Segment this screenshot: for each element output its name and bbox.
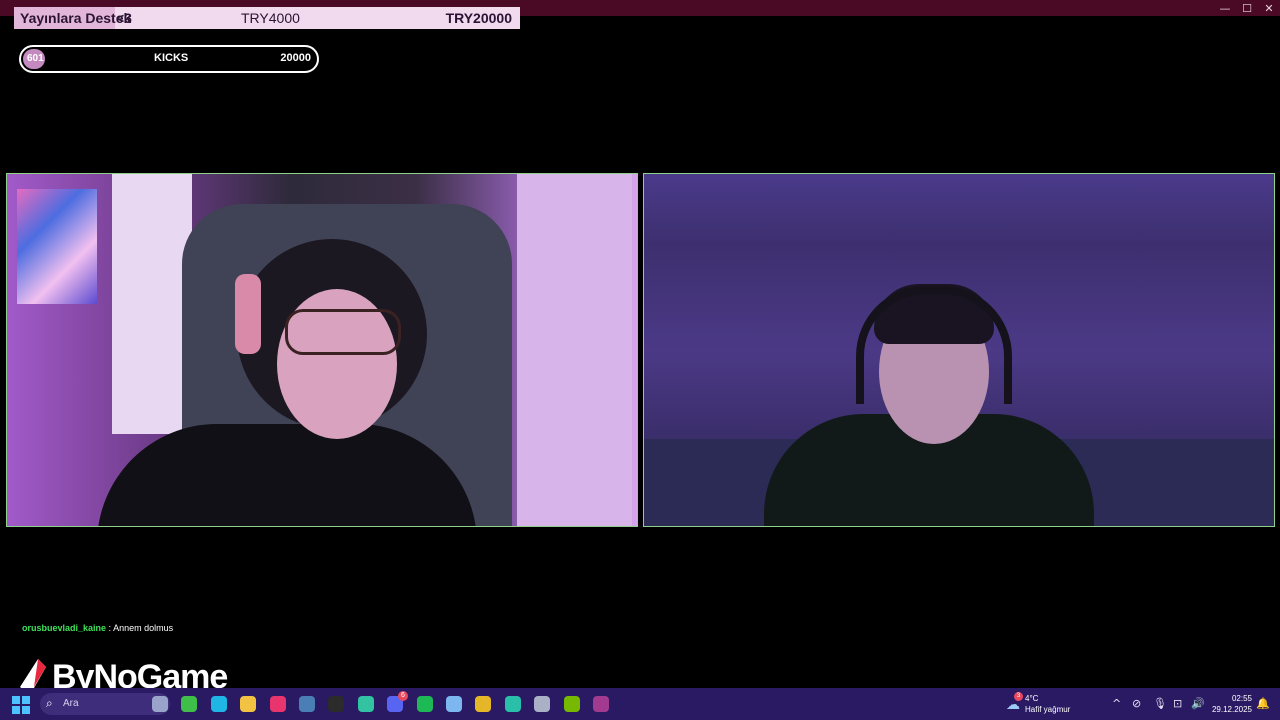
- kicks-goal-target: 20000: [280, 52, 311, 64]
- chatterino-icon[interactable]: [505, 696, 521, 712]
- chrome-icon[interactable]: [475, 696, 491, 712]
- kicks-label: KICKS: [154, 52, 189, 64]
- chat-text: Annem dolmus: [113, 623, 174, 633]
- taskview-icon[interactable]: [152, 696, 168, 712]
- windows-logo-tile: [22, 696, 30, 704]
- shelf-right: [517, 174, 632, 526]
- file-explorer-icon[interactable]: [240, 696, 256, 712]
- clock-date: 29.12.2025: [1211, 705, 1252, 714]
- support-goal-heart: <3: [116, 10, 132, 26]
- start-button[interactable]: [12, 696, 30, 714]
- support-goal-target: TRY20000: [445, 10, 512, 26]
- maximize-button[interactable]: ☐: [1236, 0, 1258, 16]
- app-badge: 6: [398, 691, 408, 701]
- support-goal-label: Yayınlara Destek: [20, 10, 132, 26]
- obs-icon[interactable]: [328, 696, 344, 712]
- steam-icon[interactable]: [299, 696, 315, 712]
- discord-icon[interactable]: 6: [387, 691, 408, 712]
- headphones: [235, 274, 261, 354]
- support-goal-bar: Yayınlara Destek <3 TRY4000 TRY20000: [14, 7, 520, 29]
- weather-condition: Hafif yağmur: [1025, 705, 1071, 714]
- weather-badge: 3: [1014, 692, 1023, 701]
- chat-separator: :: [106, 623, 114, 633]
- windows-logo-tile: [22, 706, 30, 714]
- tray-mic-icon[interactable]: 🎙: [1153, 697, 1167, 710]
- settings-icon[interactable]: [534, 696, 550, 712]
- kicks-goal-bar: 601 KICKS 20000: [19, 45, 319, 73]
- notification-bell-icon[interactable]: 🔔: [1256, 697, 1270, 710]
- winrar-icon[interactable]: [593, 696, 609, 712]
- webcam-right: [643, 173, 1275, 527]
- chat-message: orusbuevladi_kaine : Annem dolmus: [22, 623, 173, 633]
- wall-poster: [17, 189, 97, 304]
- glasses: [285, 309, 401, 355]
- weather-temp: 4°C: [1025, 694, 1039, 703]
- opera-gx-icon[interactable]: [270, 696, 286, 712]
- clock-time: 02:55: [1231, 694, 1252, 703]
- tray-volume-icon[interactable]: 🔊: [1191, 697, 1205, 710]
- search-icon: ⌕: [46, 696, 53, 710]
- window-controls: — ☐ ✕: [1214, 0, 1280, 16]
- taskbar-clock[interactable]: 02:55 29.12.2025: [1212, 693, 1252, 715]
- spotify-icon[interactable]: [417, 696, 433, 712]
- windows-logo-tile: [12, 696, 20, 704]
- gamepad-app-icon[interactable]: [446, 696, 462, 712]
- taskbar-search-placeholder: Ara: [63, 698, 79, 709]
- streamlabs-icon[interactable]: [358, 696, 374, 712]
- shelf-left: [112, 174, 192, 434]
- xbox-icon[interactable]: [181, 696, 197, 712]
- tray-network-icon[interactable]: ⊘: [1132, 697, 1141, 710]
- nvidia-icon[interactable]: [564, 696, 580, 712]
- kicks-count: 601: [27, 53, 44, 64]
- edge-icon[interactable]: [211, 696, 227, 712]
- guest-headphones: [856, 286, 1012, 404]
- taskbar-search[interactable]: ⌕ Ara: [40, 693, 170, 715]
- webcam-left: [6, 173, 638, 527]
- close-button[interactable]: ✕: [1258, 0, 1280, 16]
- tray-overflow-icon[interactable]: ^: [1112, 697, 1121, 710]
- windows-logo-tile: [12, 706, 20, 714]
- support-goal-current: TRY4000: [241, 10, 300, 26]
- chat-username: orusbuevladi_kaine: [22, 623, 107, 633]
- taskbar: ⌕ Ara 6 ☁ 3 4°C Hafif yağmur ^ ⊘ 🎙 ⊡ 🔊 0…: [0, 688, 1280, 720]
- tray-display-icon[interactable]: ⊡: [1173, 697, 1182, 710]
- minimize-button[interactable]: —: [1214, 0, 1236, 16]
